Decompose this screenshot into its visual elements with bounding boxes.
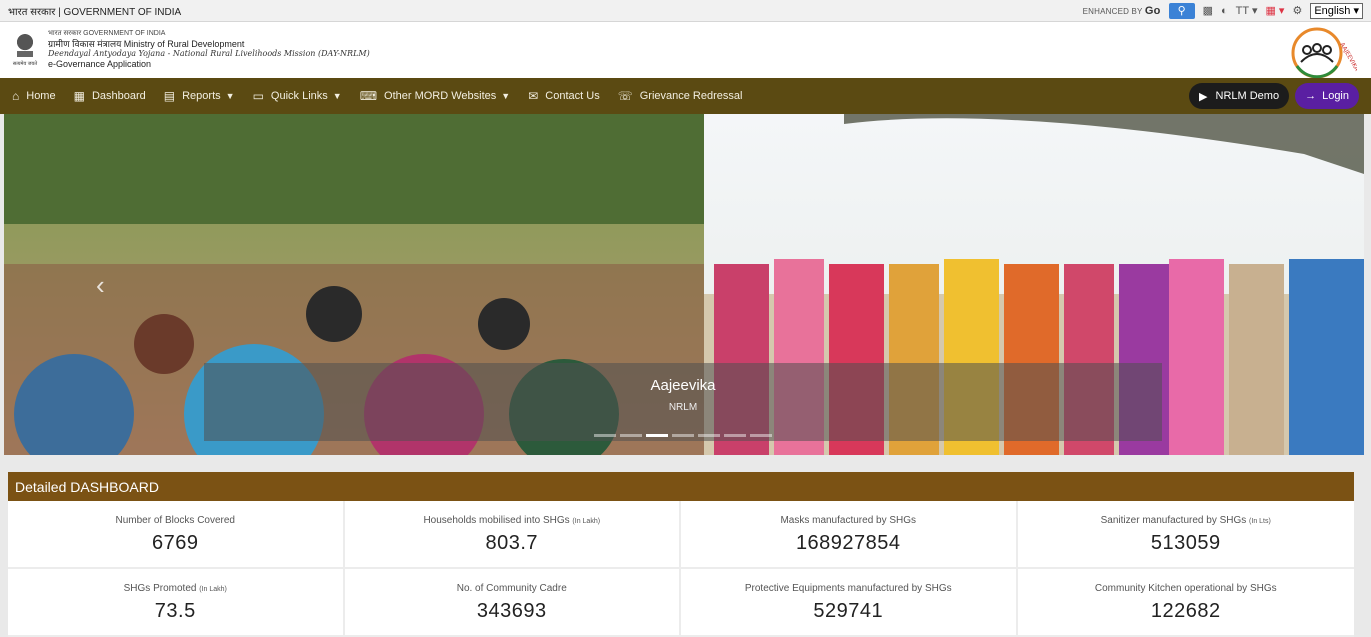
- stat-card: Community Kitchen operational by SHGs 12…: [1017, 569, 1354, 637]
- carousel-indicator[interactable]: [750, 434, 772, 437]
- stat-card: SHGs Promoted (In Lakh) 73.5: [8, 569, 345, 637]
- gov-top-bar: भारत सरकार | GOVERNMENT OF INDIA ENHANCE…: [0, 0, 1371, 22]
- stat-value: 168927854: [795, 532, 901, 554]
- chevron-down-icon: ▼: [501, 91, 511, 101]
- nav-dashboard[interactable]: ▦ Dashboard: [74, 89, 146, 103]
- stat-value: 343693: [476, 600, 547, 622]
- contrast-icon[interactable]: ◐: [1221, 5, 1228, 17]
- stat-value: 529741: [813, 600, 884, 622]
- carousel-prev-icon[interactable]: ‹: [96, 270, 105, 301]
- home-icon: ⌂: [12, 89, 20, 103]
- chevron-down-icon: ▼: [225, 91, 235, 101]
- national-emblem-icon: सत्यमेव जयते: [10, 26, 40, 74]
- site-header: सत्यमेव जयते भारत सरकार GOVERNMENT OF IN…: [0, 22, 1371, 80]
- search-icon[interactable]: ⚲: [1168, 2, 1195, 19]
- language-select[interactable]: English ▾: [1310, 2, 1363, 19]
- carousel-indicators: [594, 434, 772, 437]
- dashboard-icon: ▦: [73, 89, 85, 103]
- nrlm-demo-button[interactable]: ▶ NRLM Demo: [1189, 83, 1290, 109]
- accessibility-tools: ENHANCED BY Go ⚲ ▩ ◐ TT ▾ ▦ ▾ ⚙ English …: [1082, 2, 1363, 19]
- nav-grievance-redressal[interactable]: ☏ Grievance Redressal: [618, 89, 743, 103]
- carousel-caption: Aajeevika NRLM: [204, 363, 1162, 441]
- nav-other-mord-websites[interactable]: ⌨ Other MORD Websites ▼: [360, 89, 511, 103]
- stat-value: 513059: [1150, 532, 1221, 554]
- carousel-subtitle: NRLM: [668, 402, 698, 413]
- enhanced-by-label: ENHANCED BY Go: [1082, 4, 1161, 17]
- carousel-indicator-active[interactable]: [646, 434, 668, 437]
- carousel-indicator[interactable]: [594, 434, 616, 437]
- network-icon[interactable]: ⚙: [1292, 4, 1302, 17]
- chevron-down-icon: ▼: [332, 91, 342, 101]
- aajeevika-logo-icon[interactable]: AAJEEVIKA: [1277, 26, 1357, 80]
- video-icon: ▶: [1199, 90, 1208, 103]
- stat-card: Households mobilised into SHGs (In Lakh)…: [344, 501, 681, 569]
- header-titles: भारत सरकार GOVERNMENT OF INDIA ग्रामीण व…: [48, 30, 370, 70]
- color-theme-icon[interactable]: ▦ ▾: [1265, 4, 1284, 17]
- grievance-icon: ☏: [617, 89, 633, 103]
- stat-value: 122682: [1150, 600, 1221, 622]
- login-button[interactable]: → Login: [1295, 83, 1359, 109]
- header-mission: Deendayal Antyodaya Yojana - National Ru…: [48, 49, 370, 59]
- stat-card: Number of Blocks Covered 6769: [8, 501, 345, 569]
- stat-card: Masks manufactured by SHGs 168927854: [681, 501, 1018, 569]
- stat-card: Protective Equipments manufactured by SH…: [681, 569, 1018, 637]
- text-size-button[interactable]: TT ▾: [1236, 4, 1258, 17]
- stat-value: 6769: [152, 532, 199, 554]
- stat-value: 803.7: [485, 532, 539, 554]
- websites-icon: ⌨: [359, 89, 378, 103]
- carousel-indicator[interactable]: [620, 434, 642, 437]
- carousel-title: Aajeevika: [650, 377, 716, 394]
- nav-reports[interactable]: ▤ Reports ▼: [164, 89, 235, 103]
- dashboard-heading: Detailed DASHBOARD: [8, 472, 1354, 501]
- stat-card: No. of Community Cadre 343693: [344, 569, 681, 637]
- sitemap-icon[interactable]: ▩: [1203, 4, 1213, 17]
- quick-links-icon: ▭: [252, 89, 264, 103]
- header-app-name: e-Governance Application: [48, 58, 152, 69]
- header-gov-text: भारत सरकार GOVERNMENT OF INDIA: [48, 30, 166, 38]
- hero-carousel[interactable]: ‹ Aajeevika NRLM: [4, 114, 1364, 455]
- carousel-indicator[interactable]: [672, 434, 694, 437]
- stat-value: 73.5: [154, 600, 196, 622]
- nav-quick-links[interactable]: ▭ Quick Links ▼: [253, 89, 342, 103]
- gov-label: भारत सरकार | GOVERNMENT OF INDIA: [8, 6, 182, 18]
- contact-icon: ✉: [528, 89, 539, 103]
- stat-card: Sanitizer manufactured by SHGs (In Lts) 5…: [1017, 501, 1354, 569]
- nav-contact-us[interactable]: ✉ Contact Us: [528, 89, 599, 103]
- carousel-indicator[interactable]: [724, 434, 746, 437]
- main-navbar: ⌂ Home ▦ Dashboard ▤ Reports ▼ ▭ Quick Links ▼…: [0, 78, 1371, 114]
- reports-icon: ▤: [163, 89, 176, 103]
- header-ministry: ग्रामीण विकास मंत्रालय Ministry of Rural…: [48, 38, 245, 49]
- nav-home[interactable]: ⌂ Home: [12, 89, 56, 103]
- carousel-indicator[interactable]: [698, 434, 720, 437]
- detailed-dashboard: Detailed DASHBOARD Number of Blocks Cove…: [8, 472, 1354, 637]
- stats-grid: Number of Blocks Covered 6769 Households…: [8, 501, 1354, 637]
- login-icon: →: [1305, 90, 1317, 102]
